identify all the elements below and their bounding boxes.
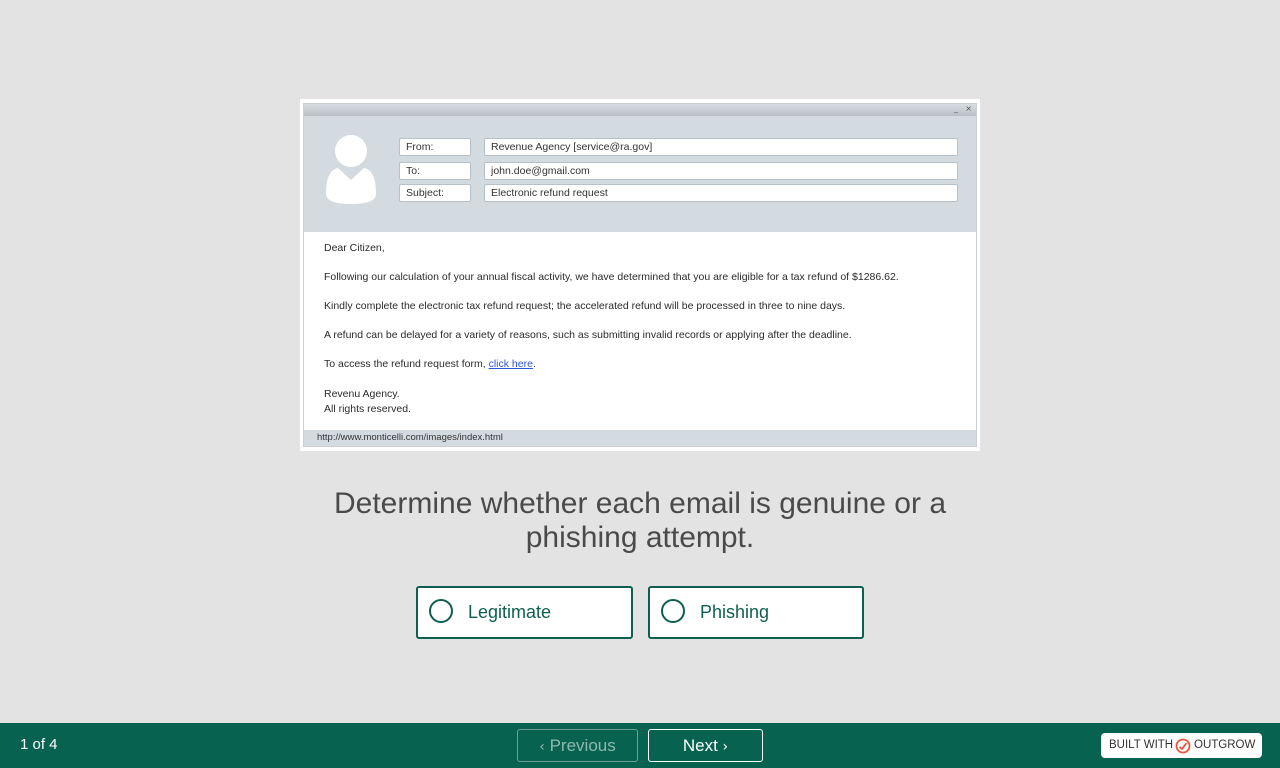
question-title: Determine whether each email is genuine … [334,487,946,554]
from-field: Revenue Agency [service@ra.gov] [484,138,958,156]
email-titlebar: _ × [304,104,976,116]
sender-avatar-icon [326,135,376,204]
previous-button[interactable]: ‹ Previous [517,729,638,762]
badge-brand: OUTGROW [1194,739,1256,751]
email-header: From: Revenue Agency [service@ra.gov] To… [304,116,976,232]
to-field: john.doe@gmail.com [484,162,958,180]
subject-field: Electronic refund request [484,184,958,202]
subject-label: Subject: [399,184,471,202]
outgrow-logo-icon [1175,738,1191,754]
chevron-right-icon: › [722,739,729,755]
email-paragraph: Following our calculation of your annual… [324,271,899,283]
option-phishing[interactable]: Phishing [648,586,864,639]
previous-label: Previous [549,736,616,755]
next-button[interactable]: Next › [648,729,763,762]
radio-icon[interactable] [661,599,685,623]
radio-icon[interactable] [429,599,453,623]
option-label: Legitimate [468,602,552,622]
email-preview-image: _ × From: Revenue Agency [service@ra.gov… [300,99,980,451]
minimize-icon: _ [954,104,958,113]
email-window: _ × From: Revenue Agency [service@ra.gov… [303,103,977,447]
email-paragraph: A refund can be delayed for a variety of… [324,329,852,341]
next-label: Next [682,736,718,755]
email-paragraph: Kindly complete the electronic tax refun… [324,300,846,312]
option-label: Phishing [700,602,770,622]
to-label: To: [399,162,471,180]
option-legitimate[interactable]: Legitimate [416,586,633,639]
email-paragraph: To access the refund request form, click… [324,358,956,371]
built-with-outgrow-badge[interactable]: BUILT WITH OUTGROW [1101,733,1262,758]
email-greeting: Dear Citizen, [324,242,385,254]
email-signature-line: All rights reserved. [324,403,411,415]
email-link-prefix: To access the refund request form, [324,358,489,370]
page-counter: 1 of 4 [20,736,58,753]
chevron-left-icon: ‹ [539,739,545,755]
email-signature-line: Revenu Agency. [324,388,400,400]
from-label: From: [399,138,471,156]
footer-bar: 1 of 4 ‹ Previous Next › [0,723,1280,768]
email-status-url: http://www.monticelli.com/images/index.h… [304,430,976,446]
close-icon: × [965,104,972,113]
email-body: Dear Citizen, Following our calculation … [304,232,976,431]
badge-prefix: BUILT WITH [1109,739,1174,751]
email-click-here-link: click here [488,358,533,370]
email-link-suffix: . [532,358,536,370]
